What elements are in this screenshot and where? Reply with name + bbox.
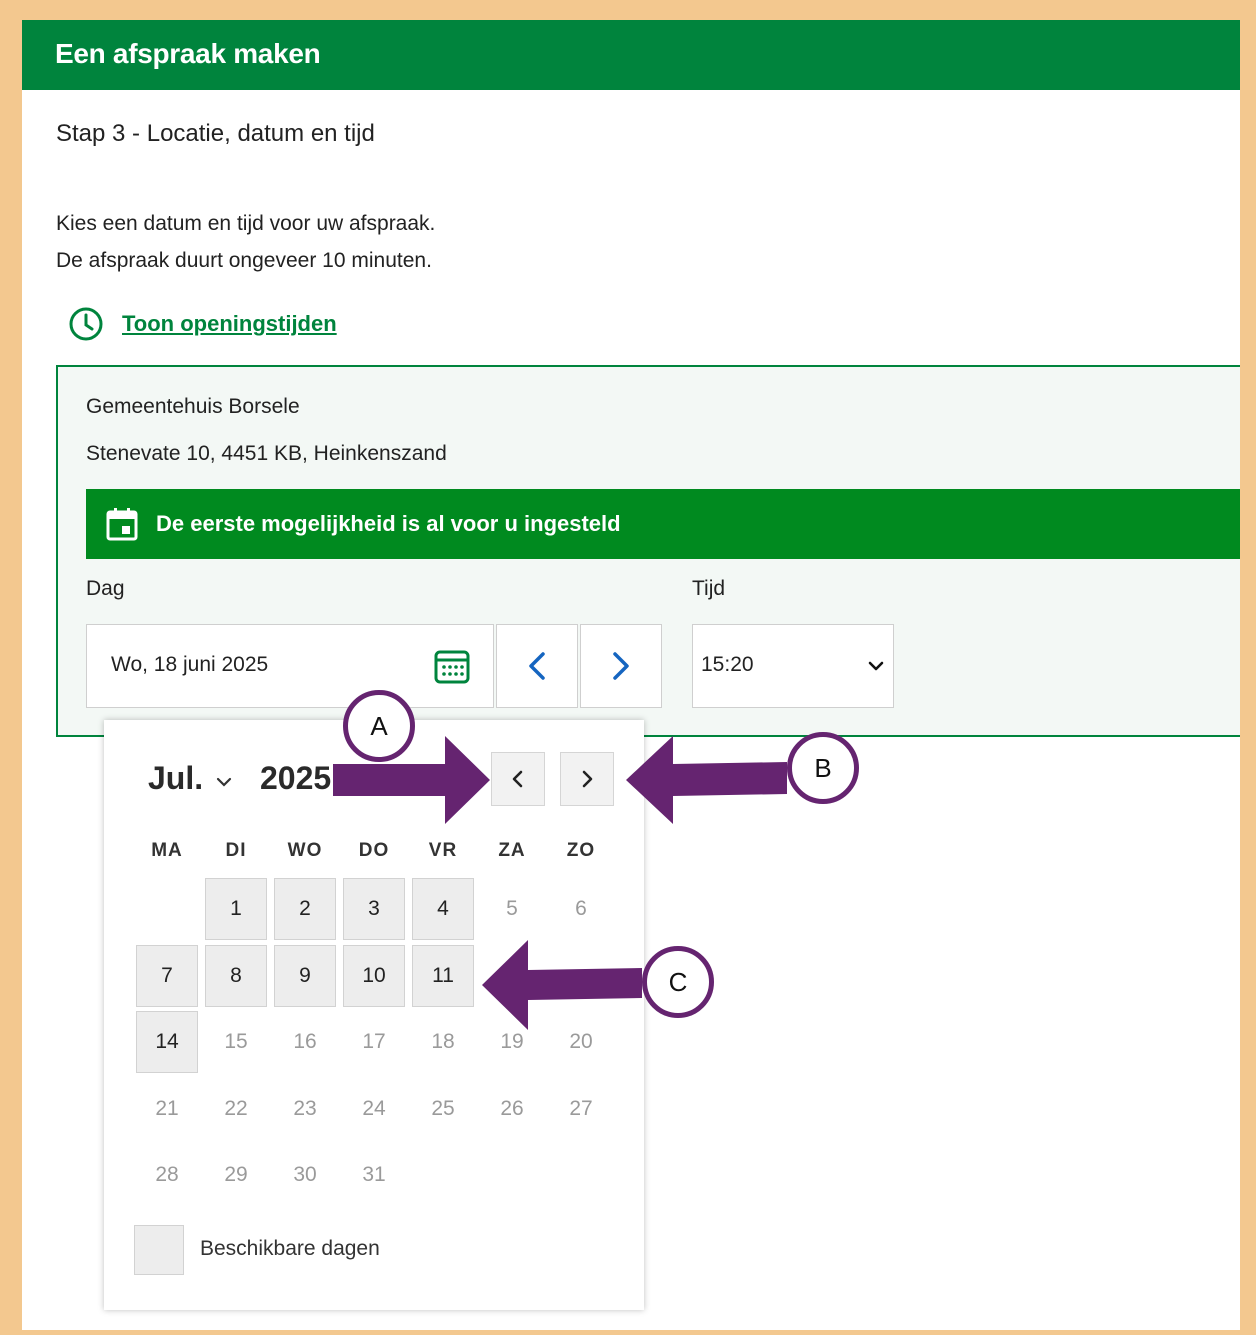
opening-hours-label[interactable]: Toon openingstijden: [122, 311, 337, 337]
calendar-day-unavailable: 30: [293, 1163, 317, 1186]
calendar-day-available[interactable]: 1: [205, 878, 267, 940]
datepicker-popup: Jul. 2025 MA DI WO DO VR ZA ZO 1 2 3 4 5 6 7 8 9 10 11 14…: [104, 720, 644, 1310]
calendar-day-available[interactable]: 7: [136, 944, 198, 1007]
calendar-day-available[interactable]: 2: [274, 878, 336, 940]
time-label: Tijd: [692, 577, 726, 600]
calendar-day-available[interactable]: 11: [412, 944, 474, 1007]
callout-c: C: [642, 946, 714, 1018]
location-panel: Gemeentehuis Borsele Stenevate 10, 4451 …: [56, 365, 1240, 737]
previous-month-button[interactable]: [491, 752, 545, 806]
calendar-day-unavailable: 6: [575, 897, 587, 920]
calendar-day-unavailable: 20: [569, 1030, 593, 1053]
calendar-day-unavailable: 25: [431, 1096, 455, 1120]
weekday-label: ZO: [566, 840, 596, 861]
day-label: Dag: [86, 577, 125, 600]
calendar-grid: 1 2 3 4 5 6 7 8 9 10 11 14 15 16 17 18 19 20 21 22 23 24 25 26 2…: [134, 878, 614, 1198]
calendar-day-unavailable: 21: [155, 1096, 179, 1120]
calendar-day-unavailable: 28: [155, 1163, 179, 1186]
step-title: Stap 3 - Locatie, datum en tijd: [56, 120, 375, 147]
calendar-day-available[interactable]: 3: [343, 878, 405, 940]
calendar-icon: [106, 508, 138, 541]
weekday-label: VR: [428, 840, 458, 861]
first-availability-notice: De eerste mogelijkheid is al voor u inge…: [86, 489, 1240, 559]
opening-hours-link[interactable]: Toon openingstijden: [68, 306, 337, 342]
page-title: Een afspraak maken: [55, 38, 321, 69]
year-label[interactable]: 2025: [260, 760, 331, 797]
previous-day-button[interactable]: [496, 624, 578, 708]
calendar-day-available[interactable]: 9: [274, 944, 336, 1007]
calendar-day-unavailable: 26: [500, 1096, 524, 1120]
date-value[interactable]: Wo, 18 juni 2025: [111, 653, 268, 677]
calendar-day-unavailable: 31: [362, 1163, 386, 1186]
chevron-right-icon: [613, 652, 629, 680]
location-address: Stenevate 10, 4451 KB, Heinkenszand: [86, 442, 447, 465]
chevron-left-icon: [529, 652, 545, 680]
chevron-down-icon[interactable]: [216, 776, 232, 788]
calendar-day-available[interactable]: 10: [343, 944, 405, 1007]
notice-text: De eerste mogelijkheid is al voor u inge…: [156, 511, 621, 536]
weekday-label: ZA: [498, 840, 526, 861]
calendar-picker-icon[interactable]: [433, 647, 471, 685]
calendar-day-unavailable: 23: [293, 1096, 317, 1120]
calendar-day-unavailable: 22: [224, 1096, 248, 1120]
next-day-button[interactable]: [580, 624, 662, 708]
weekday-label: DO: [358, 840, 390, 861]
weekday-label: WO: [287, 840, 323, 861]
intro-text-1: Kies een datum en tijd voor uw afspraak.: [56, 212, 436, 235]
calendar-day-unavailable: 24: [362, 1096, 386, 1120]
calendar-day-unavailable: 29: [224, 1163, 248, 1186]
next-month-button[interactable]: [560, 752, 614, 806]
calendar-day-unavailable: 19: [500, 1030, 524, 1053]
weekday-header: MA DI WO DO VR ZA ZO: [134, 840, 614, 864]
month-select[interactable]: Jul.: [148, 760, 203, 797]
legend-swatch: [134, 1225, 184, 1275]
calendar-day-unavailable: 5: [506, 897, 518, 920]
calendar-day-available[interactable]: 14: [136, 1011, 198, 1073]
chevron-right-icon: [582, 770, 593, 788]
calendar-day-unavailable: 15: [224, 1030, 248, 1053]
calendar-day-available[interactable]: 4: [412, 878, 474, 940]
weekday-label: MA: [151, 840, 183, 861]
weekday-label: DI: [225, 840, 247, 861]
intro-text-2: De afspraak duurt ongeveer 10 minuten.: [56, 249, 432, 272]
time-value[interactable]: 15:20: [701, 653, 754, 677]
date-input[interactable]: Wo, 18 juni 2025: [86, 624, 494, 708]
callout-b: B: [787, 732, 859, 804]
calendar-day-unavailable: 17: [362, 1030, 386, 1053]
legend-label: Beschikbare dagen: [200, 1237, 380, 1260]
clock-icon: [69, 307, 103, 341]
chevron-left-icon: [512, 770, 523, 788]
calendar-day-unavailable: 18: [431, 1030, 455, 1053]
time-select[interactable]: 15:20: [692, 624, 894, 708]
location-name: Gemeentehuis Borsele: [86, 395, 300, 418]
appointment-page: Een afspraak maken Stap 3 - Locatie, dat…: [22, 20, 1240, 1330]
chevron-down-icon: [868, 661, 884, 671]
callout-a: A: [343, 690, 415, 762]
calendar-day-unavailable: 27: [569, 1096, 593, 1120]
calendar-day-unavailable: 16: [293, 1030, 317, 1053]
calendar-day-available[interactable]: 8: [205, 944, 267, 1007]
page-header: Een afspraak maken: [22, 20, 1240, 90]
